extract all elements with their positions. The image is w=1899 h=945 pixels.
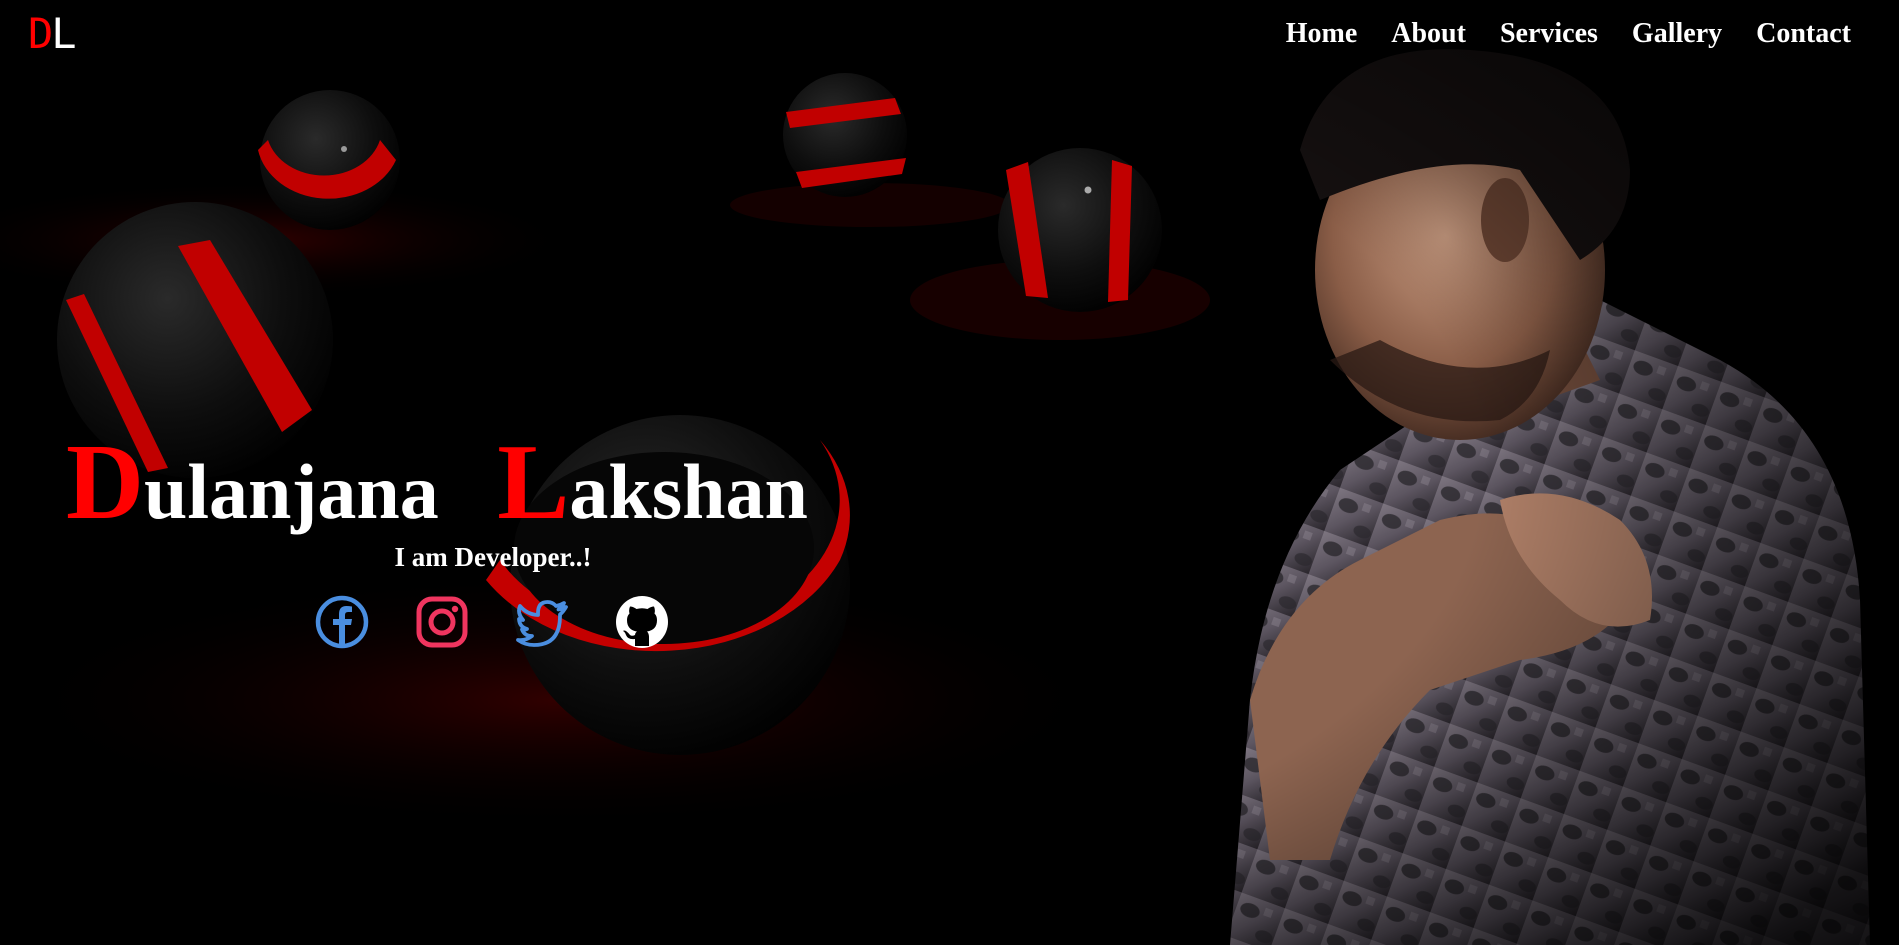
- main-nav: Home About Services Gallery Contact: [1286, 12, 1851, 56]
- social-links: [314, 594, 670, 650]
- logo-letter-l: L: [51, 9, 76, 58]
- twitter-link[interactable]: [514, 594, 570, 650]
- last-name-initial: L: [497, 423, 570, 542]
- hero-name: Dulanjana Lakshan: [66, 428, 808, 547]
- hero-subtitle: I am Developer..!: [394, 542, 592, 572]
- twitter-icon: [516, 600, 568, 647]
- github-link[interactable]: [614, 594, 670, 650]
- instagram-icon: [416, 596, 468, 648]
- facebook-link[interactable]: [314, 594, 370, 650]
- site-logo[interactable]: DL: [28, 6, 77, 62]
- nav-about-link[interactable]: About: [1391, 12, 1466, 56]
- instagram-link[interactable]: [414, 594, 470, 650]
- last-name-rest: akshan: [569, 448, 808, 535]
- nav-gallery-link[interactable]: Gallery: [1632, 12, 1722, 56]
- nav-services-link[interactable]: Services: [1500, 12, 1598, 56]
- page: DL Home About Services Gallery Contact D…: [0, 0, 1899, 945]
- nav-home-link[interactable]: Home: [1286, 12, 1358, 56]
- github-icon: [616, 596, 668, 648]
- facebook-icon: [315, 595, 369, 649]
- nav-contact-link[interactable]: Contact: [1756, 12, 1851, 56]
- logo-letter-d: D: [28, 9, 53, 58]
- first-name-rest: ulanjana: [144, 448, 439, 535]
- first-name-initial: D: [66, 423, 144, 542]
